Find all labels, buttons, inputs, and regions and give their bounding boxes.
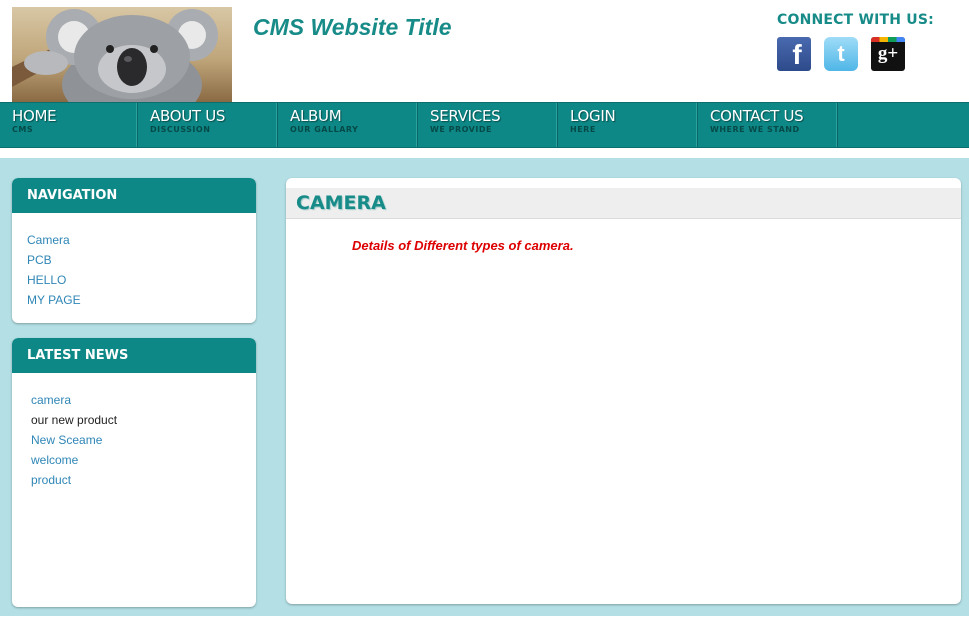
main-menu: HOME CMS ABOUT US DISCUSSION ALBUM OUR G… — [0, 103, 969, 147]
page-body: NAVIGATION Camera PCB HELLO MY PAGE LATE… — [0, 158, 969, 616]
nav-link-my-page[interactable]: MY PAGE — [27, 290, 256, 310]
navigation-box: NAVIGATION Camera PCB HELLO MY PAGE — [12, 178, 256, 323]
connect-panel: CONNECT WITH US: f t g+ — [777, 12, 957, 71]
menu-sublabel: HERE — [570, 125, 596, 134]
menu-sublabel: OUR GALLARY — [290, 125, 359, 134]
menu-label: LOGIN — [570, 107, 616, 125]
menu-sublabel: WHERE WE STAND — [710, 125, 800, 134]
twitter-icon[interactable]: t — [824, 37, 858, 71]
nav-link-camera[interactable]: Camera — [27, 230, 256, 250]
page-heading: CAMERA — [286, 188, 961, 219]
menu-item-login[interactable]: LOGIN HERE — [558, 103, 698, 147]
connect-title: CONNECT WITH US: — [777, 12, 934, 28]
google-plus-icon[interactable]: g+ — [871, 37, 905, 71]
nav-link-pcb[interactable]: PCB — [27, 250, 256, 270]
navigation-title: NAVIGATION — [12, 178, 256, 213]
menu-label: ABOUT US — [150, 107, 226, 125]
menu-item-contact-us[interactable]: CONTACT US WHERE WE STAND — [698, 103, 838, 147]
menu-sublabel: WE PROVIDE — [430, 125, 492, 134]
facebook-icon[interactable]: f — [777, 37, 811, 71]
news-link-new-sceame[interactable]: New Sceame — [31, 430, 256, 450]
menu-label: CONTACT US — [710, 107, 804, 125]
menu-sublabel: CMS — [12, 125, 34, 134]
news-link-product[interactable]: product — [31, 470, 256, 490]
page-description: Details of Different types of camera. — [352, 238, 574, 253]
menu-sublabel: DISCUSSION — [150, 125, 211, 134]
menu-item-album[interactable]: ALBUM OUR GALLARY — [278, 103, 418, 147]
nav-link-hello[interactable]: HELLO — [27, 270, 256, 290]
news-link-camera[interactable]: camera — [31, 390, 256, 410]
menu-item-about-us[interactable]: ABOUT US DISCUSSION — [138, 103, 278, 147]
menu-label: HOME — [12, 107, 57, 125]
site-title: CMS Website Title — [253, 14, 452, 40]
latest-news-box: LATEST NEWS camera our new product New S… — [12, 338, 256, 607]
menu-item-home[interactable]: HOME CMS — [0, 103, 138, 147]
menu-item-services[interactable]: SERVICES WE PROVIDE — [418, 103, 558, 147]
news-list: camera our new product New Sceame welcom… — [12, 373, 256, 490]
news-item-our-new-product[interactable]: our new product — [31, 410, 256, 430]
main-menu-bar: HOME CMS ABOUT US DISCUSSION ALBUM OUR G… — [0, 102, 969, 148]
menu-label: ALBUM — [290, 107, 342, 125]
latest-news-title: LATEST NEWS — [12, 338, 256, 373]
news-link-welcome[interactable]: welcome — [31, 450, 256, 470]
koala-logo-image[interactable] — [12, 7, 232, 102]
sidebar: NAVIGATION Camera PCB HELLO MY PAGE LATE… — [12, 178, 256, 622]
site-header: CMS Website Title CONNECT WITH US: f t g… — [0, 0, 969, 102]
navigation-list: Camera PCB HELLO MY PAGE — [12, 213, 256, 310]
main-content: CAMERA Details of Different types of cam… — [286, 178, 961, 604]
menu-label: SERVICES — [430, 107, 501, 125]
social-links: f t g+ — [777, 37, 957, 71]
